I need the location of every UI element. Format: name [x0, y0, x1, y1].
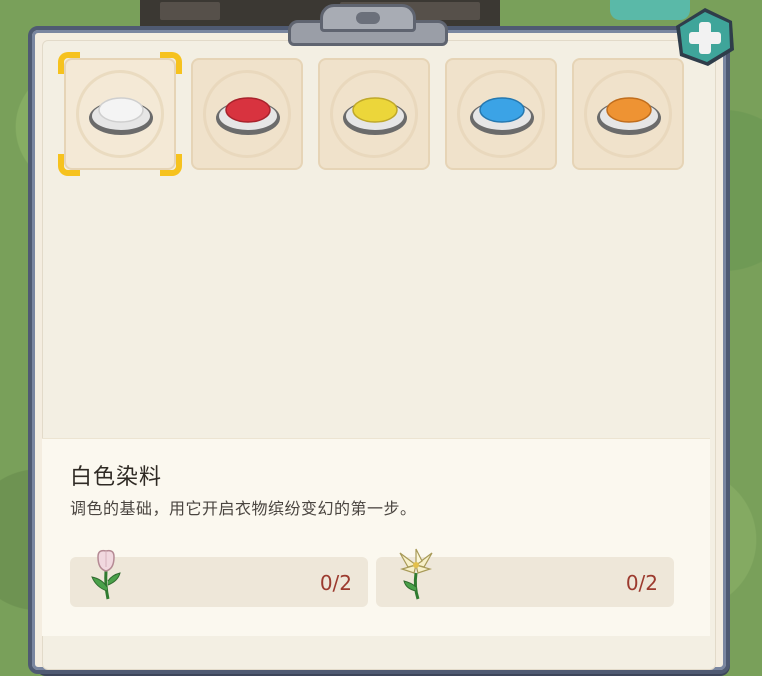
tulip-count: 0/2 [319, 571, 352, 595]
orange-dye-bowl-icon [597, 97, 661, 135]
dye-slot-blue[interactable] [445, 58, 557, 170]
blue-dye-bowl-icon [470, 97, 534, 135]
item-description: 调色的基础，用它开启衣物缤纷变幻的第一步。 [70, 499, 417, 518]
clipboard-clip [288, 4, 448, 46]
white-dye-bowl-icon [89, 97, 153, 135]
material-slot-lily[interactable]: 0/2 [376, 548, 674, 607]
add-button[interactable] [672, 6, 738, 68]
plus-icon [676, 8, 734, 66]
red-dye-bowl-icon [216, 97, 280, 135]
item-name: 白色染料 [70, 465, 163, 490]
lily-icon [399, 548, 433, 600]
material-slot-tulip[interactable]: 0/2 [70, 549, 368, 607]
yellow-dye-bowl-icon [343, 97, 407, 135]
dye-slot-yellow[interactable] [318, 58, 430, 170]
dye-slot-red[interactable] [191, 58, 303, 170]
lily-count: 0/2 [625, 571, 658, 595]
item-info-panel: 白色染料 调色的基础，用它开启衣物缤纷变幻的第一步。 0/2 0/2 [42, 438, 710, 636]
tulip-icon [91, 549, 121, 600]
dye-slot-orange[interactable] [572, 58, 684, 170]
dye-slot-white[interactable] [58, 52, 182, 176]
